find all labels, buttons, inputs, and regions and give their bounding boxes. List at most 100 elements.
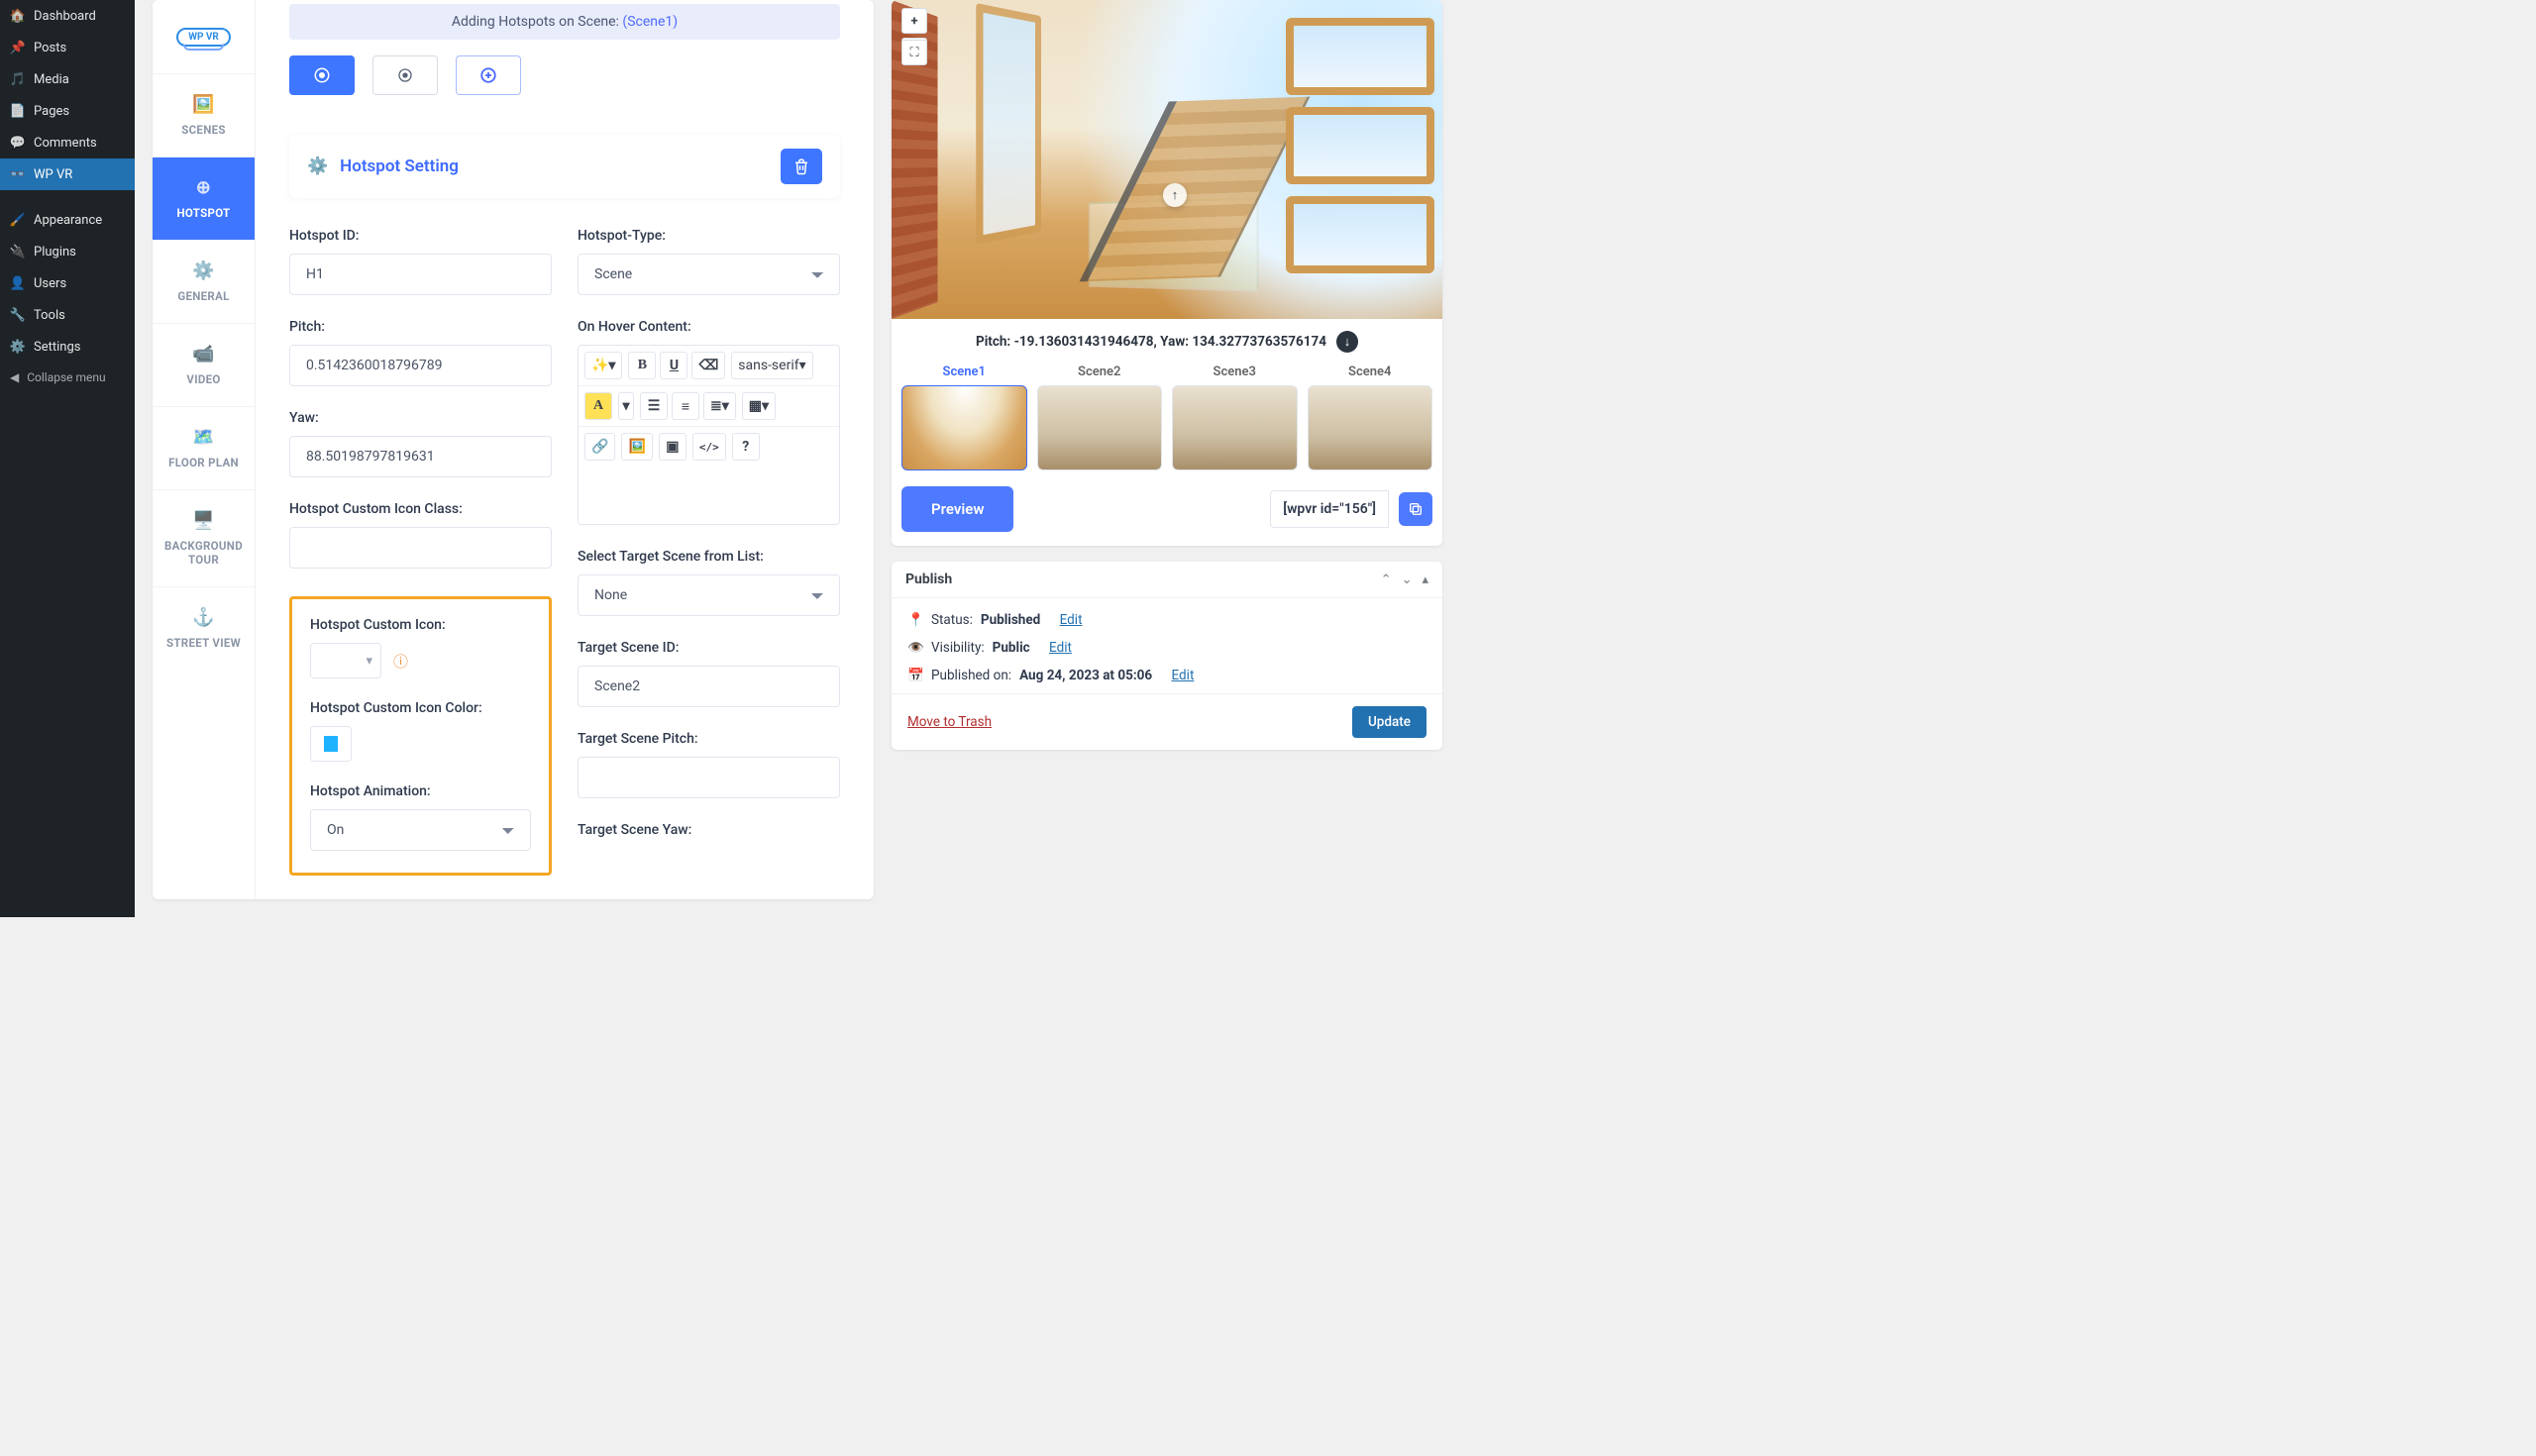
edit-status-link[interactable]: Edit (1060, 612, 1083, 628)
menu-label: Settings (34, 340, 80, 355)
plus-circle-icon (479, 66, 497, 84)
type-select[interactable]: Scene (578, 254, 840, 295)
scene-tab-3[interactable]: Scene3 (1172, 364, 1298, 470)
menu-tools[interactable]: 🔧Tools (0, 299, 135, 331)
text-color-chevron[interactable]: ▾ (618, 392, 634, 420)
preview-button[interactable]: Preview (901, 486, 1013, 532)
link-button[interactable]: 🔗 (584, 433, 615, 461)
comment-icon: 💬 (10, 135, 26, 151)
hotspot-id-input[interactable] (289, 254, 552, 295)
tab-video[interactable]: 📹VIDEO (153, 323, 255, 406)
hotspot-tab-2[interactable] (372, 55, 438, 95)
scene-thumb (1308, 385, 1433, 470)
font-family-select[interactable]: sans-serif ▾ (731, 352, 812, 379)
tab-scenes[interactable]: 🖼️SCENES (153, 73, 255, 156)
text-color-button[interactable]: A (584, 392, 612, 420)
decor-stairs (1080, 97, 1311, 282)
menu-pages[interactable]: 📄Pages (0, 95, 135, 127)
menu-wpvr[interactable]: 👓WP VR (0, 158, 135, 190)
zoom-in-button[interactable]: + (901, 8, 927, 34)
menu-label: Plugins (34, 245, 76, 260)
eraser-button[interactable]: ⌫ (691, 352, 725, 379)
user-icon: 👤 (10, 275, 26, 291)
form-right-column: Hotspot-Type: Scene On Hover Content: ✨▾… (578, 228, 840, 876)
eye-icon: 👁️ (907, 640, 923, 656)
yaw-label: Yaw: (289, 410, 552, 426)
ol-button[interactable]: ≡ (672, 392, 699, 420)
collapse-menu[interactable]: ◀Collapse menu (0, 363, 135, 392)
shortcode-text: [wpvr id="156"] (1270, 490, 1389, 528)
table-button[interactable]: ▦▾ (742, 392, 776, 420)
pin-icon: 📌 (10, 40, 26, 55)
menu-label: Pages (34, 104, 69, 119)
custom-class-input[interactable] (289, 527, 552, 569)
scene-link[interactable]: (Scene1) (622, 14, 678, 30)
menu-appearance[interactable]: 🖌️Appearance (0, 204, 135, 236)
custom-icon-highlight: Hotspot Custom Icon: ▾ ⓘ Hotspot Custom … (289, 596, 552, 876)
type-label: Hotspot-Type: (578, 228, 840, 244)
tab-floorplan[interactable]: 🗺️FLOOR PLAN (153, 406, 255, 489)
bold-button[interactable]: B (628, 352, 656, 379)
target-scene-id-input[interactable] (578, 666, 840, 707)
menu-plugins[interactable]: 🔌Plugins (0, 236, 135, 267)
scene-tabs: Scene1 Scene2 Scene3 Scene4 (892, 364, 1442, 470)
tab-hotspot[interactable]: ⊕HOTSPOT (153, 156, 255, 240)
chevron-down-icon[interactable]: ⌄ (1402, 572, 1413, 587)
tab-general[interactable]: ⚙️GENERAL (153, 240, 255, 323)
custom-icon-label: Hotspot Custom Icon: (310, 617, 531, 633)
chevron-up-small-icon[interactable]: ▴ (1422, 572, 1428, 587)
scene-tab-2[interactable]: Scene2 (1037, 364, 1163, 470)
menu-dashboard[interactable]: 🏠Dashboard (0, 0, 135, 32)
download-icon[interactable]: ↓ (1336, 331, 1358, 353)
yaw-input[interactable] (289, 436, 552, 477)
move-to-trash-link[interactable]: Move to Trash (907, 714, 992, 730)
scene-tab-4[interactable]: Scene4 (1308, 364, 1433, 470)
menu-users[interactable]: 👤Users (0, 267, 135, 299)
target-scene-list-select[interactable]: None (578, 574, 840, 616)
editor-body[interactable] (579, 467, 839, 524)
menu-label: Appearance (34, 213, 102, 228)
target-pitch-input[interactable] (578, 757, 840, 798)
status-line: 📍Status: Published Edit (907, 612, 1426, 628)
scene-hotspot-arrow[interactable]: ↑ (1163, 183, 1187, 207)
image-button[interactable]: 🖼️ (621, 433, 652, 461)
update-button[interactable]: Update (1352, 706, 1426, 738)
radio-icon (397, 67, 413, 83)
panorama-preview[interactable]: + − ⛶ ↑ (892, 0, 1442, 319)
wp-admin-sidebar: 🏠Dashboard 📌Posts 🎵Media 📄Pages 💬Comment… (0, 0, 135, 917)
menu-comments[interactable]: 💬Comments (0, 127, 135, 158)
copy-shortcode-button[interactable] (1399, 492, 1432, 526)
hover-label: On Hover Content: (578, 319, 840, 335)
magic-button[interactable]: ✨▾ (584, 352, 622, 379)
visibility-line: 👁️Visibility: Public Edit (907, 640, 1426, 656)
edit-date-link[interactable]: Edit (1172, 668, 1195, 683)
menu-settings[interactable]: ⚙️Settings (0, 331, 135, 363)
animation-select[interactable]: On (310, 809, 531, 851)
field-yaw: Yaw: (289, 410, 552, 477)
copy-icon (1408, 501, 1424, 517)
menu-posts[interactable]: 📌Posts (0, 32, 135, 63)
fullscreen-button[interactable]: ⛶ (901, 40, 927, 65)
scene-tab-1[interactable]: Scene1 (901, 364, 1027, 470)
tab-streetview[interactable]: ⚓STREET VIEW (153, 586, 255, 670)
align-button[interactable]: ≣▾ (703, 392, 736, 420)
pitch-yaw-readout: Pitch: -19.136031431946478, Yaw: 134.327… (892, 319, 1442, 364)
underline-button[interactable]: U (660, 352, 687, 379)
add-hotspot-button[interactable] (456, 55, 521, 95)
color-swatch-picker[interactable] (310, 726, 352, 762)
wrench-icon: 🔧 (10, 307, 26, 323)
icon-picker-dropdown[interactable]: ▾ (310, 643, 381, 678)
ul-button[interactable]: ☰ (640, 392, 668, 420)
chevron-up-icon[interactable]: ⌃ (1381, 572, 1392, 587)
code-button[interactable]: </> (692, 433, 726, 461)
edit-visibility-link[interactable]: Edit (1049, 640, 1072, 656)
video-button[interactable]: ▣ (659, 433, 687, 461)
delete-hotspot-button[interactable] (781, 149, 822, 184)
help-button[interactable]: ? (732, 433, 760, 461)
tab-bgtour[interactable]: 🖥️BACKGROUND TOUR (153, 489, 255, 586)
scene-thumb (1172, 385, 1298, 470)
pitch-input[interactable] (289, 345, 552, 386)
info-icon[interactable]: ⓘ (393, 651, 408, 672)
menu-media[interactable]: 🎵Media (0, 63, 135, 95)
hotspot-tab-1[interactable] (289, 55, 355, 95)
